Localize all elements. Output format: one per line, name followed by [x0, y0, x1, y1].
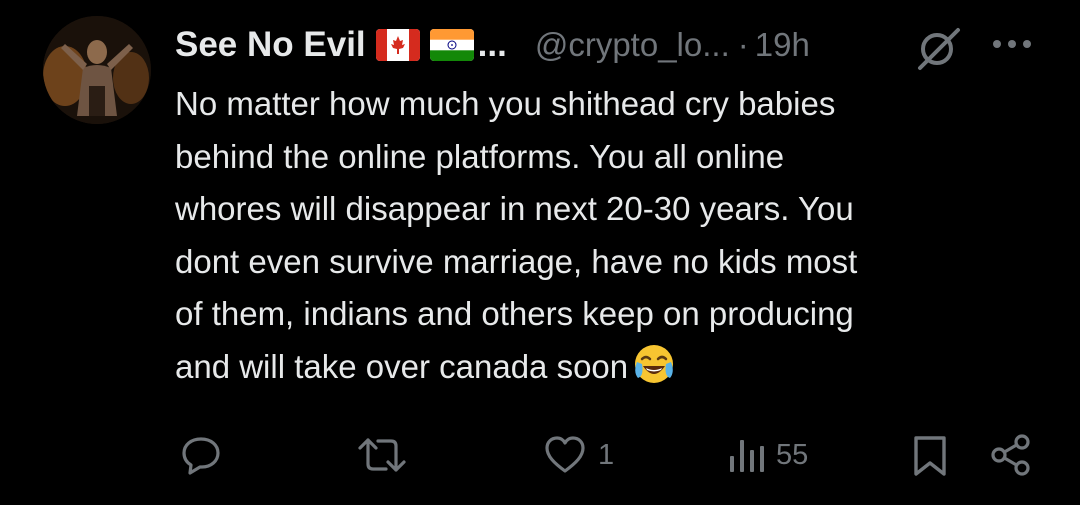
name-ellipsis: ...: [477, 25, 507, 64]
reply-button[interactable]: [178, 425, 224, 485]
more-options-icon[interactable]: [990, 34, 1034, 54]
share-icon: [988, 432, 1034, 478]
like-count: 1: [598, 438, 615, 471]
reply-icon: [178, 432, 224, 478]
user-handle[interactable]: @crypto_lo...: [535, 26, 730, 64]
retweet-icon: [356, 432, 408, 478]
tweet-text: No matter how much you shithead cry babi…: [175, 78, 1055, 393]
views-icon: [728, 432, 766, 478]
action-bar: 1 55: [0, 425, 1080, 485]
canada-flag-icon: [375, 29, 420, 61]
like-button[interactable]: 1: [542, 425, 614, 485]
heart-icon: [542, 432, 588, 478]
tweet[interactable]: See No Evil ... @crypto_lo... · 19h No m…: [0, 0, 1080, 505]
tweet-text-content: No matter how much you shithead cry babi…: [175, 85, 858, 385]
face-with-tears-of-joy-icon: [632, 342, 676, 386]
bookmark-icon: [910, 432, 950, 478]
views-button[interactable]: 55: [728, 425, 808, 485]
share-button[interactable]: [988, 425, 1034, 485]
grok-icon[interactable]: [914, 24, 962, 72]
india-flag-icon: [429, 29, 474, 61]
timestamp[interactable]: 19h: [755, 26, 810, 64]
separator-dot: ·: [737, 26, 749, 63]
retweet-button[interactable]: [356, 425, 408, 485]
avatar[interactable]: [43, 16, 151, 124]
display-name[interactable]: See No Evil: [175, 25, 366, 65]
views-count: 55: [776, 438, 809, 471]
bookmark-button[interactable]: [910, 425, 950, 485]
